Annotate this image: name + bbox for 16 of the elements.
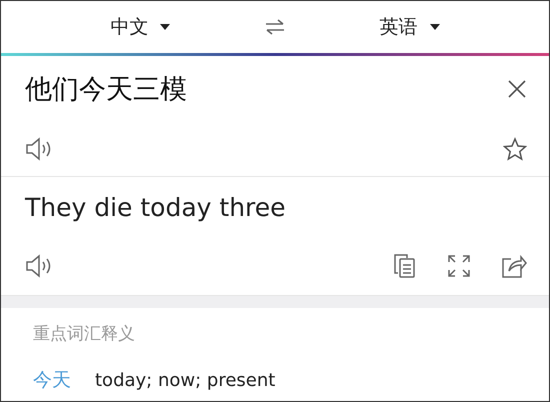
swap-icon[interactable] — [264, 19, 285, 35]
translation-text: They die today three — [25, 192, 287, 222]
speaker-icon[interactable] — [25, 254, 53, 278]
fullscreen-icon[interactable] — [447, 254, 471, 278]
copy-icon[interactable] — [393, 253, 417, 280]
caret-icon — [430, 24, 440, 30]
source-language-dropdown[interactable]: 中文 — [106, 10, 174, 44]
close-icon[interactable] — [507, 79, 527, 99]
caret-icon — [160, 24, 170, 30]
vocabulary-meaning: today; now; present — [95, 370, 276, 391]
source-text: 他们今天三模 — [25, 73, 187, 107]
star-icon[interactable] — [503, 137, 527, 161]
section-title: 重点词汇释义 — [33, 323, 136, 345]
share-icon[interactable] — [501, 253, 527, 280]
target-language-dropdown[interactable]: 英语 — [376, 10, 444, 44]
speaker-icon[interactable] — [25, 137, 53, 161]
